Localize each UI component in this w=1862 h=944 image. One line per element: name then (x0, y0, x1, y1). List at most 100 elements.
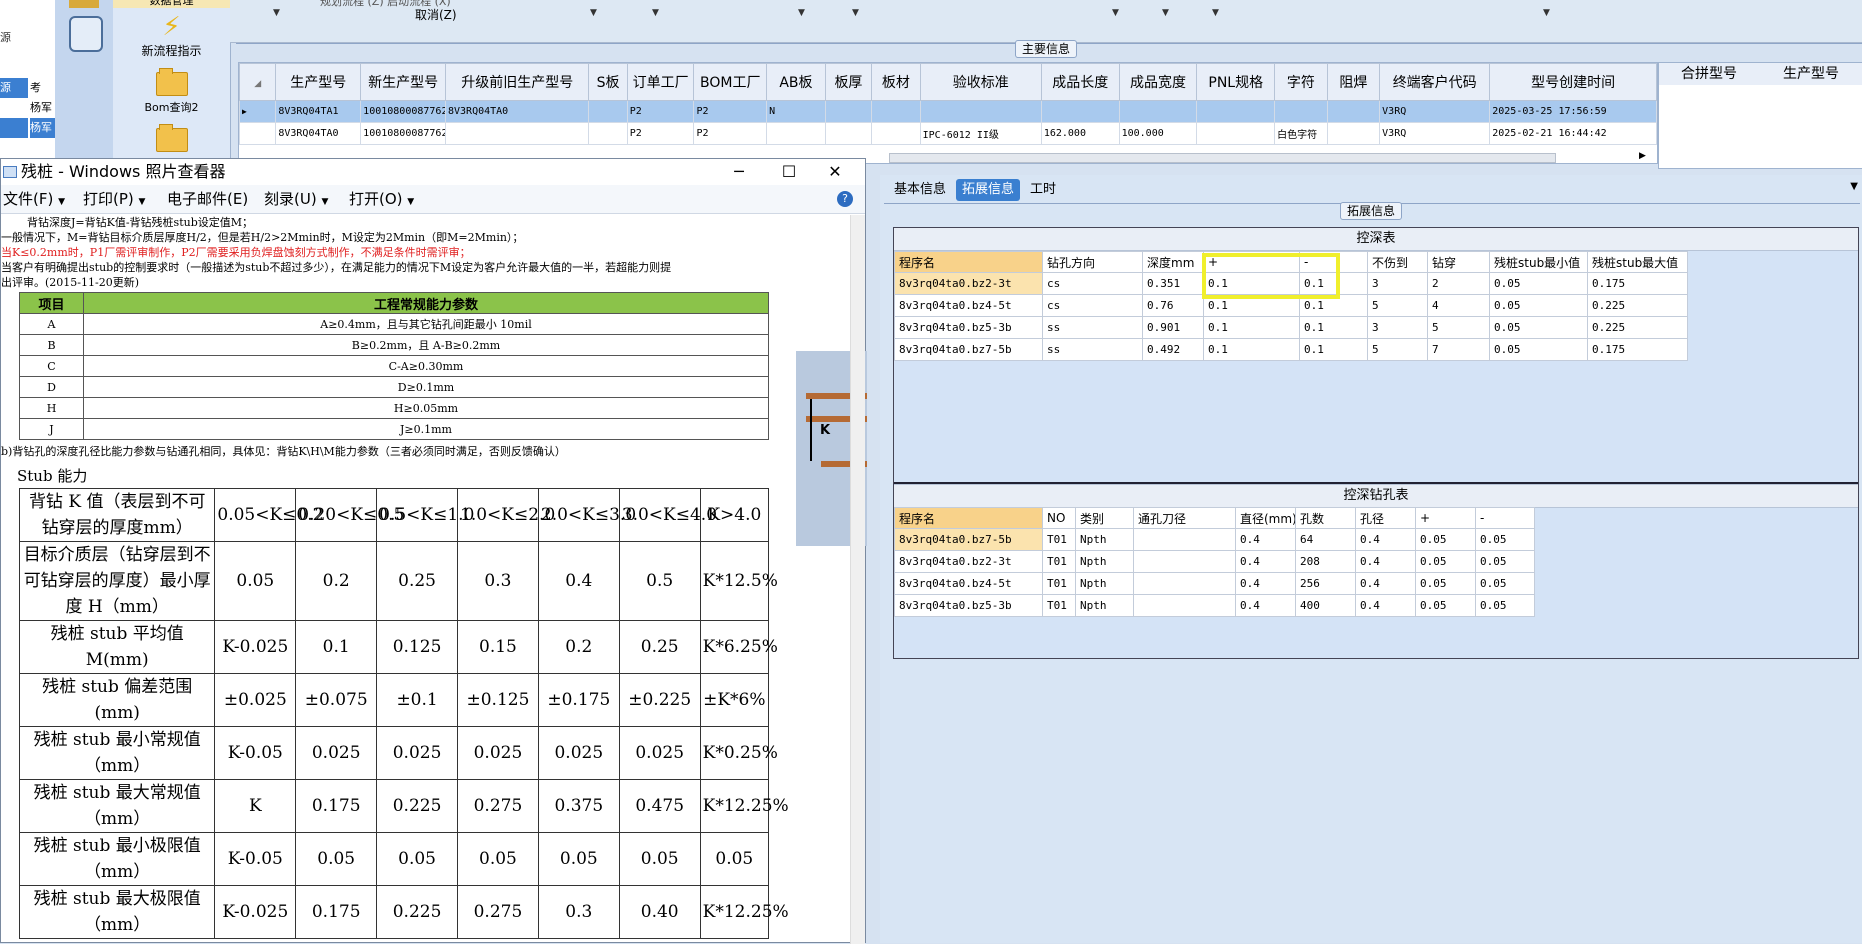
column-header[interactable]: 新生产型号 (360, 63, 446, 101)
table-cell[interactable]: 0.05 (1475, 528, 1535, 551)
table-cell[interactable]: 0.4 (1235, 594, 1296, 617)
menu-file[interactable]: 文件(F) ▼ (3, 185, 65, 216)
table-cell[interactable]: ss (1042, 316, 1143, 339)
table-cell[interactable]: 0.05 (1475, 572, 1535, 595)
table-cell[interactable]: 8V3RQ04TA0 (275, 122, 362, 145)
table-cell[interactable]: 0.225 (1587, 316, 1688, 339)
table-cell[interactable]: 8v3rq04ta0.bz5-3b (894, 594, 1043, 617)
table-cell[interactable]: 3 (1367, 316, 1428, 339)
column-header[interactable]: 成品长度 (1040, 63, 1120, 101)
table-cell[interactable]: 0.05 (1489, 316, 1588, 339)
launcher-item-new-process[interactable]: ⚡ 新流程指示 (113, 12, 230, 59)
column-header[interactable]: AB板 (766, 63, 826, 101)
dropdown-arrow-icon[interactable]: ▼ (1850, 181, 1858, 192)
table-cell[interactable]: 0.1 (1299, 338, 1368, 361)
list-header-cell[interactable]: 源 (0, 78, 28, 98)
table-cell[interactable]: 7 (1427, 338, 1490, 361)
column-header[interactable]: 阻焊 (1326, 63, 1381, 101)
table-cell[interactable] (1133, 550, 1236, 573)
table-cell[interactable]: 0.175 (1587, 272, 1688, 295)
column-header[interactable]: 板材 (871, 63, 921, 101)
tab-basic-info[interactable]: 基本信息 (888, 179, 952, 201)
tab-extended-info[interactable]: 拓展信息 (956, 179, 1021, 201)
table-cell[interactable]: P2 (626, 122, 695, 145)
column-header[interactable]: 验收标准 (919, 63, 1042, 101)
menu-email[interactable]: 电子邮件(E) (167, 185, 248, 213)
column-header[interactable]: PNL规格 (1196, 63, 1276, 101)
table-cell[interactable]: 5 (1367, 338, 1428, 361)
launcher-item-data[interactable]: 数据管理 (113, 0, 230, 8)
table-cell[interactable] (824, 100, 873, 123)
table-cell[interactable]: T01 (1042, 594, 1076, 617)
table-cell[interactable] (444, 122, 590, 145)
viewer-titlebar[interactable]: 残桩 - Windows 照片查看器 ─ ☐ ✕ (1, 159, 865, 185)
table-cell[interactable]: 0.76 (1142, 294, 1204, 317)
toolbox-icon[interactable] (69, 0, 99, 8)
table-cell[interactable]: P2 (693, 100, 768, 123)
table-cell[interactable]: 162.000 (1040, 122, 1120, 145)
table-cell[interactable]: 10010800087762 (360, 100, 446, 123)
table-cell[interactable]: 0.05 (1489, 294, 1588, 317)
dropdown-arrow-icon[interactable]: ▼ (1543, 8, 1550, 18)
table-row[interactable]: 8V3RQ04TA0 10010800087762 P2 P2 IPC-6012… (238, 122, 1657, 145)
dropdown-arrow-icon[interactable]: ▼ (1162, 8, 1169, 18)
table-cell[interactable]: 8v3rq04ta0.bz2-3t (894, 550, 1043, 573)
table-cell[interactable]: 0.225 (1587, 294, 1688, 317)
table-cell[interactable]: 2 (1427, 272, 1490, 295)
column-header[interactable]: 升级前旧生产型号 (444, 63, 590, 101)
dropdown-arrow-icon[interactable]: ▼ (1212, 8, 1219, 18)
table-cell[interactable]: T01 (1042, 572, 1076, 595)
column-header[interactable]: 直径(mm) (1235, 507, 1296, 529)
column-header[interactable]: 生产型号 (1759, 63, 1862, 85)
table-cell[interactable]: 0.05 (1415, 572, 1476, 595)
table-cell[interactable]: 0.4 (1355, 550, 1416, 573)
table-cell[interactable] (1196, 122, 1276, 145)
table-row[interactable]: 8v3rq04ta0.bz5-3b T01 Npth 0.4 400 0.4 0… (894, 594, 1535, 617)
table-cell[interactable]: cs (1042, 272, 1143, 295)
table-cell[interactable]: 5 (1427, 316, 1490, 339)
table-cell[interactable]: 白色字符 (1274, 122, 1328, 145)
table-cell[interactable] (871, 122, 921, 145)
table-cell[interactable]: 0.4 (1355, 528, 1416, 551)
scroll-right-icon[interactable]: ▶ (1639, 151, 1646, 161)
column-header[interactable]: + (1415, 507, 1476, 529)
column-header[interactable]: - (1475, 507, 1535, 529)
column-header[interactable]: 不伤到 (1367, 251, 1428, 273)
column-header[interactable]: 残桩stub最大值 (1587, 251, 1688, 273)
table-cell[interactable]: 0.4 (1235, 572, 1296, 595)
table-cell[interactable]: 0.05 (1415, 550, 1476, 573)
column-header[interactable]: 类别 (1075, 507, 1134, 529)
dropdown-arrow-icon[interactable]: ▼ (652, 8, 659, 18)
phone-icon[interactable] (69, 16, 103, 52)
column-header[interactable]: 板厚 (824, 63, 873, 101)
list-cell[interactable]: 杨军 (30, 98, 55, 118)
column-header[interactable]: 终端客户代码 (1379, 63, 1491, 101)
dropdown-arrow-icon[interactable]: ▼ (798, 8, 805, 18)
table-row[interactable]: 8v3rq04ta0.bz2-3t T01 Npth 0.4 208 0.4 0… (894, 550, 1535, 573)
launcher-item-folder[interactable] (113, 124, 230, 152)
menu-burn[interactable]: 刻录(U) ▼ (264, 185, 328, 216)
cancel-button[interactable]: 取消(Z) (415, 6, 457, 23)
table-cell[interactable]: 0.05 (1489, 272, 1588, 295)
table-cell[interactable]: 64 (1295, 528, 1356, 551)
column-header[interactable]: BOM工厂 (693, 63, 768, 101)
table-cell[interactable]: T01 (1042, 550, 1076, 573)
column-header[interactable]: 钻穿 (1427, 251, 1490, 273)
table-cell[interactable]: 0.175 (1587, 338, 1688, 361)
table-cell[interactable] (766, 122, 826, 145)
table-cell[interactable]: 0.1 (1203, 316, 1300, 339)
column-header[interactable]: 合拼型号 (1659, 63, 1760, 85)
column-header[interactable]: 通孔刀径 (1133, 507, 1236, 529)
table-cell[interactable]: T01 (1042, 528, 1076, 551)
column-header[interactable]: 钻孔方向 (1042, 251, 1143, 273)
column-header[interactable]: 残桩stub最小值 (1489, 251, 1588, 273)
table-cell[interactable] (588, 122, 628, 145)
table-cell[interactable]: 0.05 (1475, 594, 1535, 617)
table-cell[interactable]: 0.4 (1355, 572, 1416, 595)
table-cell[interactable] (1133, 528, 1236, 551)
table-cell[interactable]: 0.05 (1415, 594, 1476, 617)
menu-open[interactable]: 打开(O) ▼ (349, 185, 414, 216)
table-cell[interactable] (1133, 572, 1236, 595)
table-cell[interactable]: 8V3RQ04TA1 (275, 100, 362, 123)
dropdown-arrow-icon[interactable]: ▼ (590, 8, 597, 18)
